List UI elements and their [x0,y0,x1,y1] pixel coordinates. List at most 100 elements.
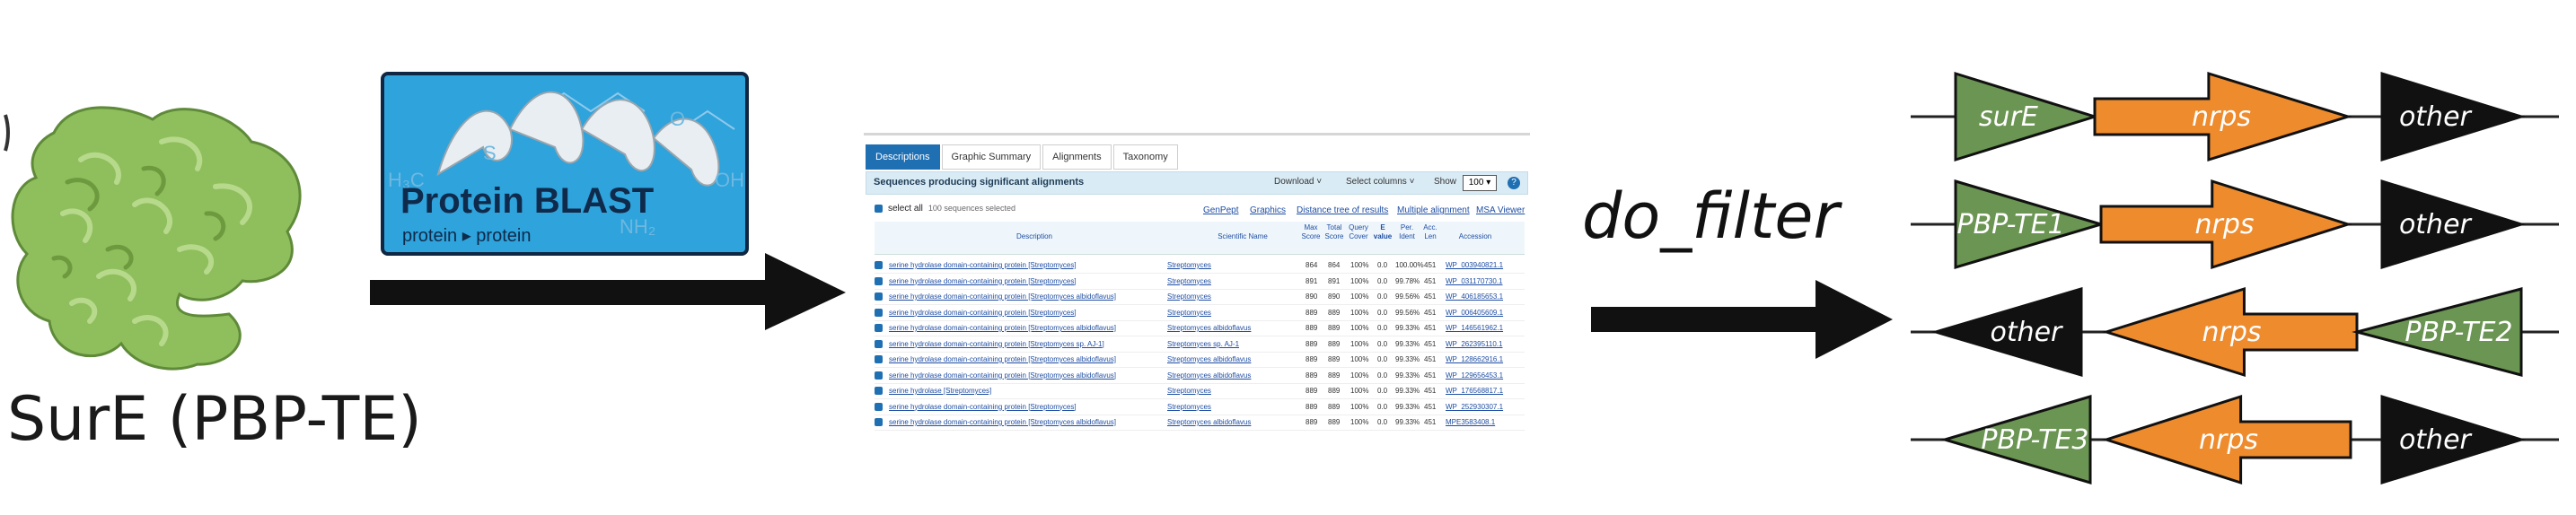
row-cell[interactable]: Streptomyces [1167,305,1211,320]
row-cell[interactable]: WP_003940821.1 [1446,258,1503,273]
row-checkbox[interactable] [875,339,883,348]
col-acc-len[interactable]: Acc. Len [1420,223,1440,252]
row-cell[interactable]: Streptomyces albidoflavus [1167,415,1251,430]
row-checkbox[interactable] [875,387,883,395]
row-checkbox[interactable] [875,371,883,380]
row-cell[interactable]: serine hydrolase domain-containing prote… [889,258,1077,273]
row-checkbox[interactable] [875,292,883,301]
row-cell[interactable]: Streptomyces albidoflavus [1167,320,1251,336]
download-button[interactable]: Download ˅ [1274,177,1322,187]
row-cell[interactable]: MPE3583408.1 [1446,415,1495,430]
col-total-score[interactable]: Total Score [1323,223,1345,252]
select-all-checkbox[interactable] [875,204,883,213]
col-e-value[interactable]: E value [1372,223,1394,252]
result-row[interactable]: serine hydrolase domain-containing prote… [875,320,1525,336]
row-cell[interactable]: WP_128662916.1 [1446,352,1503,367]
pipeline-diagram: SurE (PBP-TE) H₃C S O OH NH₂ Protein BLA… [0,0,2576,515]
blast-title: Protein BLAST [400,181,655,221]
show-count-select[interactable]: 100 ▾ [1463,175,1497,191]
row-checkbox[interactable] [875,261,883,269]
row-cell[interactable]: serine hydrolase domain-containing prote… [889,399,1077,415]
row-cell[interactable]: Streptomyces [1167,258,1211,273]
link-graphics[interactable]: Graphics [1250,205,1286,215]
row-cell[interactable]: WP_006405609.1 [1446,305,1503,320]
row-cell[interactable]: WP_252930307.1 [1446,399,1503,415]
formula-o: O [670,108,686,130]
row-cell: 99.56% [1395,292,1420,301]
row-cell[interactable]: serine hydrolase domain-containing prote… [889,415,1116,430]
row-cell: 890 [1328,292,1341,301]
row-cell[interactable]: serine hydrolase domain-containing prote… [889,368,1116,383]
row-checkbox[interactable] [875,355,883,363]
gene-label: PBP-TE1 [1956,209,2064,240]
result-row[interactable]: serine hydrolase domain-containing prote… [875,289,1525,305]
row-cell[interactable]: Streptomyces [1167,289,1211,304]
col-query-cover[interactable]: Query Cover [1347,223,1370,252]
row-cell: 100% [1350,308,1369,317]
result-row[interactable]: serine hydrolase domain-containing prote… [875,399,1525,415]
result-row[interactable]: serine hydrolase [Streptomyces] Streptomy… [875,383,1525,399]
row-cell[interactable]: WP_129656453.1 [1446,368,1503,383]
row-cell: 100.00% [1395,261,1424,269]
link-multiple-alignment[interactable]: Multiple alignment [1397,205,1470,215]
row-cell[interactable]: serine hydrolase domain-containing prote… [889,352,1116,367]
row-cell: 889 [1328,402,1341,411]
result-row[interactable]: serine hydrolase domain-containing prote… [875,274,1525,290]
result-row[interactable]: serine hydrolase domain-containing prote… [875,336,1525,353]
row-cell: 889 [1328,418,1341,426]
row-cell[interactable]: WP_406185653.1 [1446,289,1503,304]
result-row[interactable]: serine hydrolase domain-containing prote… [875,415,1525,431]
row-checkbox[interactable] [875,402,883,411]
link-genpept[interactable]: GenPept [1203,205,1238,215]
gene-label: PBP-TE3 [1981,424,2088,456]
link-msa-viewer[interactable]: MSA Viewer [1476,205,1525,215]
row-cell: 0.0 [1377,276,1388,285]
row-cell: 100% [1350,276,1369,285]
result-row[interactable]: serine hydrolase domain-containing prote… [875,258,1525,274]
row-cell[interactable]: Streptomyces albidoflavus [1167,352,1251,367]
help-icon[interactable]: ? [1508,177,1520,189]
row-cell[interactable]: Streptomyces sp. AJ-1 [1167,336,1239,352]
row-cell[interactable]: WP_146561962.1 [1446,320,1503,336]
row-cell[interactable]: serine hydrolase domain-containing prote… [889,320,1116,336]
row-cell: 0.0 [1377,324,1388,332]
row-cell[interactable]: Streptomyces [1167,399,1211,415]
gene-label: nrps [2202,317,2261,348]
row-cell: 451 [1424,418,1437,426]
row-cell[interactable]: Streptomyces [1167,383,1211,398]
result-row[interactable]: serine hydrolase domain-containing prote… [875,368,1525,384]
tab-taxonomy[interactable]: Taxonomy [1112,144,1178,170]
row-checkbox[interactable] [875,308,883,317]
col-per-ident[interactable]: Per. Ident [1395,223,1419,252]
row-cell[interactable]: WP_176568817.1 [1446,383,1503,398]
tab-alignments[interactable]: Alignments [1042,144,1112,170]
protein-label: SurE (PBP-TE) [7,384,422,455]
results-header: Sequences producing significant alignmen… [866,171,1528,195]
row-cell[interactable]: WP_031170730.1 [1446,274,1502,289]
row-cell: 99.33% [1395,418,1420,426]
result-row[interactable]: serine hydrolase domain-containing prote… [875,352,1525,368]
row-cell: 889 [1306,355,1318,363]
show-label: Show [1434,177,1457,187]
tab-graphic-summary[interactable]: Graphic Summary [941,144,1042,170]
col-max-score[interactable]: Max Score [1300,223,1322,252]
row-checkbox[interactable] [875,276,883,285]
row-checkbox[interactable] [875,324,883,332]
link-distance-tree[interactable]: Distance tree of results [1297,205,1388,215]
select-columns-button[interactable]: Select columns ˅ [1346,177,1414,187]
row-cell: 0.0 [1377,402,1388,411]
row-cell[interactable]: Streptomyces albidoflavus [1167,368,1251,383]
row-checkbox[interactable] [875,418,883,426]
row-cell[interactable]: serine hydrolase domain-containing prote… [889,274,1077,289]
row-cell[interactable]: Streptomyces [1167,274,1211,289]
row-cell[interactable]: serine hydrolase domain-containing prote… [889,289,1116,304]
row-cell: 451 [1424,355,1437,363]
row-cell[interactable]: serine hydrolase [Streptomyces] [889,383,991,398]
row-cell[interactable]: WP_262395110.1 [1446,336,1502,352]
result-row[interactable]: serine hydrolase domain-containing prote… [875,305,1525,321]
row-cell[interactable]: serine hydrolase domain-containing prote… [889,336,1104,352]
row-cell[interactable]: serine hydrolase domain-containing prote… [889,305,1077,320]
row-cell: 0.0 [1377,371,1388,380]
blast-results-panel: Descriptions Graphic Summary Alignments … [864,133,1530,432]
tab-descriptions[interactable]: Descriptions [866,144,940,170]
